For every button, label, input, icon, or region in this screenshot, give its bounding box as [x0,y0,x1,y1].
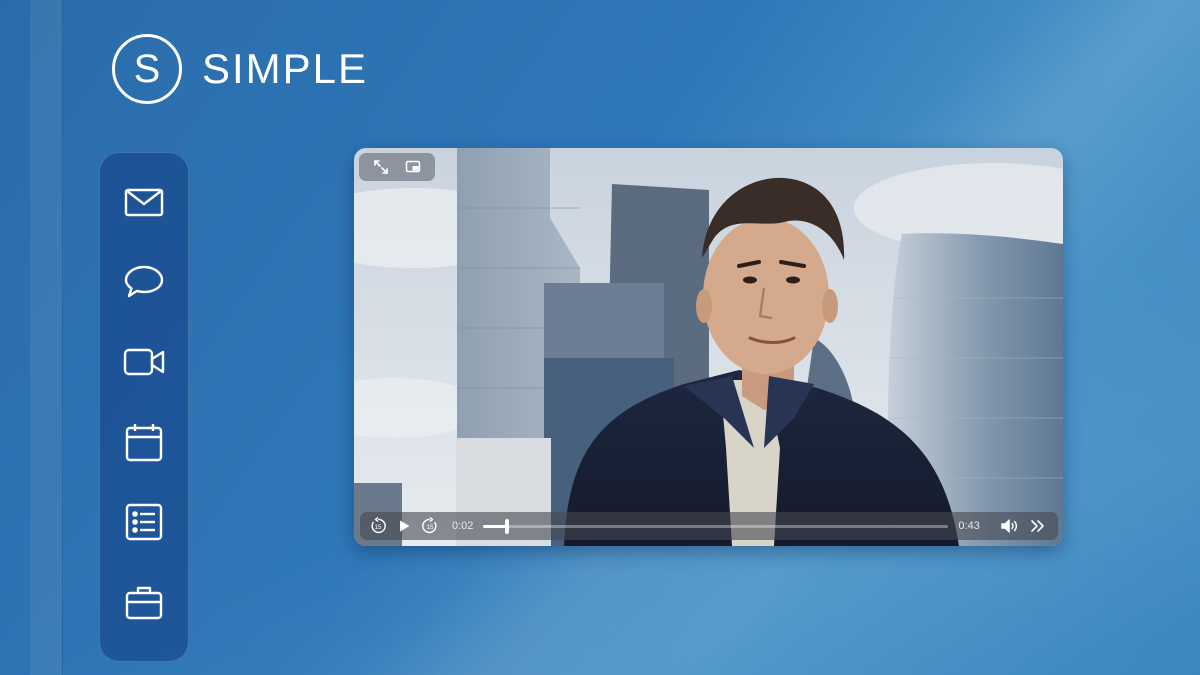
brand-logo-letter: S [133,46,161,91]
brand-name: SIMPLE [202,45,369,92]
volume-icon[interactable] [1000,516,1020,536]
player-right-controls [992,516,1048,536]
calendar-icon [125,424,163,462]
video-frame [354,148,1063,546]
sidebar [99,152,189,662]
sidebar-item-list[interactable] [122,501,166,543]
current-time: 0:02 [452,520,474,532]
list-icon [125,503,163,541]
play-icon[interactable] [394,516,414,536]
sidebar-item-work[interactable] [122,581,166,623]
video-player[interactable]: 15 15 0:02 0:43 [354,148,1063,546]
skip-back-label: 15 [375,525,382,531]
video-camera-icon [123,348,165,376]
brand-logo: S [112,34,182,104]
sidebar-item-calendar[interactable] [122,421,166,463]
sidebar-item-video[interactable] [122,341,166,383]
progress-fill [483,524,507,528]
speech-bubble-icon [124,265,164,298]
player-control-bar: 15 15 0:02 0:43 [360,512,1058,540]
briefcase-icon [125,586,163,620]
more-icon[interactable] [1028,516,1048,536]
skip-back-15-icon[interactable]: 15 [368,516,388,536]
skip-forward-15-icon[interactable]: 15 [420,516,440,536]
progress-knob[interactable] [504,518,509,534]
skip-forward-label: 15 [427,525,434,531]
picture-in-picture-icon[interactable] [404,158,422,176]
player-top-controls [359,153,435,181]
progress-scrubber[interactable] [483,518,949,534]
left-rail [30,0,63,675]
sidebar-item-chat[interactable] [122,261,166,303]
sidebar-item-mail[interactable] [122,181,166,223]
fullscreen-icon[interactable] [372,158,390,176]
duration: 0:43 [958,520,980,532]
envelope-icon [124,188,164,217]
brand: S SIMPLE [112,34,368,104]
